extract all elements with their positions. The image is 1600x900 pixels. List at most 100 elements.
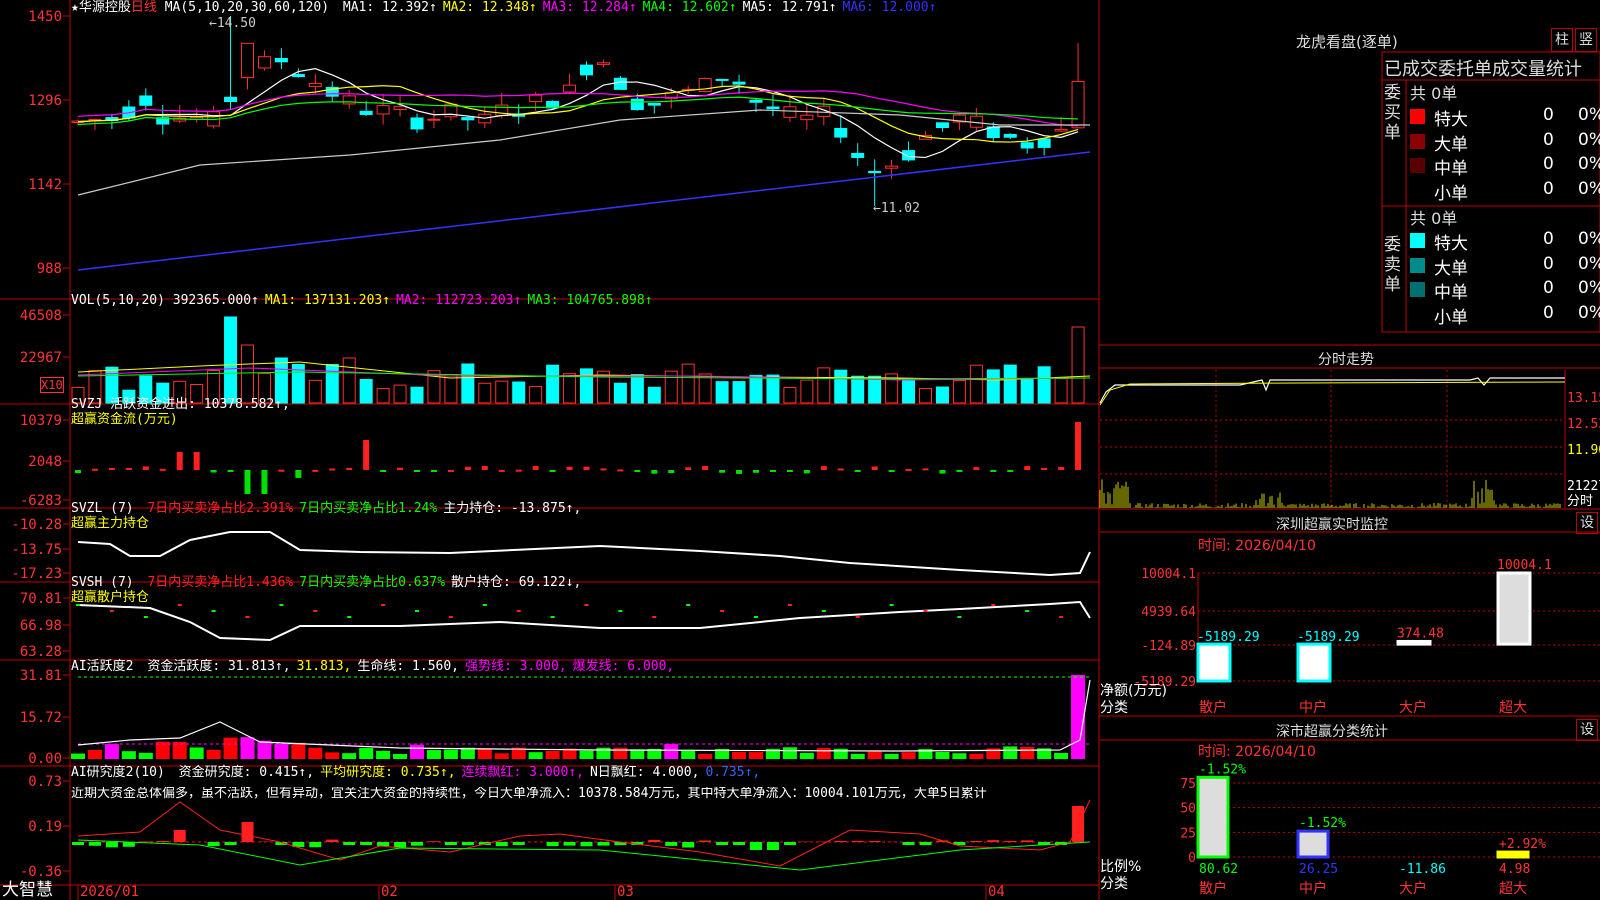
fund-flow-bar bbox=[278, 469, 285, 472]
activity-bar bbox=[867, 751, 882, 759]
fenshi-vol-unit: 分时 bbox=[1567, 494, 1593, 509]
ai-comment: 近期大资金总体偏多，虽不活跃，但有异动，宜关注大资金的持续性，今日大单净流入：1… bbox=[71, 787, 987, 801]
class-category-label: 超大 bbox=[1499, 881, 1527, 897]
fund-flow-bar bbox=[75, 470, 81, 474]
candle-body bbox=[461, 117, 475, 121]
research-bar bbox=[394, 842, 407, 848]
volume-bar bbox=[783, 387, 797, 404]
period-label[interactable]: 日线 bbox=[131, 0, 157, 15]
activity-bar bbox=[698, 753, 713, 759]
fund-flow-bar bbox=[380, 470, 387, 472]
lhb-tabs[interactable]: 已成交委托单成交量统计 bbox=[1384, 55, 1582, 81]
volume-bar bbox=[1020, 377, 1034, 404]
activity-bar bbox=[104, 744, 119, 759]
retail-tick bbox=[855, 616, 860, 618]
mon-tick-label: 10004.1 bbox=[1141, 567, 1196, 582]
main-tick-label: 1296 bbox=[28, 93, 62, 109]
activity-bar bbox=[121, 751, 136, 759]
app-window: 1450 1296 1142 988 46508 22967 10379 2048 -6283 -… bbox=[0, 0, 1600, 900]
buy-total: 共 0单 bbox=[1410, 84, 1458, 103]
retail-tick bbox=[652, 616, 657, 618]
ma-item-2: MA2: 12.348↑ bbox=[442, 0, 537, 15]
svzl-tick-label: -13.75 bbox=[11, 542, 62, 558]
sz-monitor-settings-button[interactable]: 设 bbox=[1576, 512, 1598, 534]
activity-bar bbox=[87, 750, 102, 759]
class-top-label: +2.92% bbox=[1499, 837, 1546, 852]
activity-bar bbox=[274, 743, 289, 759]
retail-tick bbox=[211, 610, 216, 612]
svsh-header: SVSH (7) 7日内买卖净占比1.436% 7日内买卖净占比0.637% 散户持… bbox=[71, 576, 581, 590]
activity-bar bbox=[71, 753, 85, 759]
retail-tick bbox=[923, 610, 928, 612]
sell-row-color-swatch-3 bbox=[1410, 282, 1425, 297]
vertical-view-button[interactable]: 竖 bbox=[1575, 28, 1597, 52]
class-bar-small bbox=[1497, 852, 1527, 857]
candle-body bbox=[359, 110, 373, 115]
fund-flow-bar bbox=[193, 452, 200, 470]
buy-row-color-swatch-1 bbox=[1410, 109, 1425, 124]
fund-flow-bar bbox=[837, 468, 844, 471]
ai-active-header: AI活跃度2 资金活跃度: 31.813↑, 31.813, 生命线: 1.560,… bbox=[71, 660, 674, 674]
retail-tick bbox=[245, 616, 250, 618]
retail-tick bbox=[550, 616, 555, 618]
ai-research-item-4: N日飘红: 4.000, bbox=[589, 765, 700, 780]
volume-bar bbox=[495, 380, 509, 404]
candle-body bbox=[376, 105, 390, 115]
activity-bar bbox=[426, 750, 441, 759]
sz-monitor-title: 深圳超赢实时监控 bbox=[1276, 517, 1388, 533]
volume-bar bbox=[749, 374, 763, 404]
activity-bar bbox=[901, 752, 916, 759]
ai-active-item-1: 资金活跃度: 31.813↑, bbox=[147, 659, 291, 674]
column-view-button[interactable]: 柱 bbox=[1551, 28, 1573, 52]
aiact-tick-label: 15.72 bbox=[20, 710, 62, 726]
ai-active-item-3: 生命线: 1.560, bbox=[357, 659, 460, 674]
sell-row-count-4: 0 bbox=[1543, 302, 1554, 323]
fund-flow-bar bbox=[702, 466, 709, 470]
class-bottom-label: 80.62 bbox=[1199, 862, 1238, 877]
research-bar bbox=[377, 842, 390, 847]
svsh-subtitle: 超赢散户持仓 bbox=[71, 590, 150, 605]
stock-name[interactable]: 华源控股 bbox=[79, 0, 131, 15]
svzl-tick-label: -17.23 bbox=[11, 566, 62, 582]
research-bar bbox=[326, 839, 339, 842]
monitor-category-label: 超大 bbox=[1499, 700, 1527, 716]
fund-flow-bar bbox=[498, 469, 505, 472]
volume-bar bbox=[715, 381, 729, 404]
brand-logo-text[interactable]: 大智慧 bbox=[2, 881, 53, 900]
activity-bar bbox=[393, 753, 408, 759]
vol-label: VOL(5,10,20) bbox=[71, 293, 165, 308]
aiact-tick-label: 31.81 bbox=[20, 668, 62, 684]
volume-bar bbox=[817, 367, 831, 404]
volume-bar bbox=[444, 374, 458, 404]
retail-tick bbox=[143, 616, 148, 618]
activity-bar bbox=[732, 752, 747, 759]
fund-flow-bar bbox=[329, 468, 336, 471]
class-category-label: 大户 bbox=[1399, 880, 1427, 897]
candle-body bbox=[613, 77, 627, 90]
favorite-star-icon[interactable]: ★ bbox=[71, 0, 79, 15]
candle-body bbox=[274, 58, 288, 63]
fund-flow-bar bbox=[905, 468, 912, 471]
fund-flow-bar bbox=[736, 470, 743, 474]
sz-class-settings-button[interactable]: 设 bbox=[1576, 719, 1598, 741]
fund-flow-bar bbox=[1058, 466, 1065, 470]
fenshi-tick-label: 12.53 bbox=[1567, 417, 1600, 432]
retail-tick bbox=[279, 604, 284, 606]
activity-bar bbox=[138, 752, 153, 759]
activity-bar bbox=[799, 752, 814, 759]
main-tick-label: 1450 bbox=[28, 9, 62, 25]
svzl-item-3: 主力持仓: -13.875↑, bbox=[443, 501, 582, 516]
research-bar bbox=[546, 842, 559, 847]
activity-bar bbox=[681, 749, 696, 759]
fund-flow-bar bbox=[956, 470, 963, 472]
fund-flow-bar bbox=[668, 470, 675, 473]
fund-flow-bar bbox=[634, 470, 641, 472]
fund-flow-bar bbox=[227, 470, 234, 472]
sell-row-pct-2: 0% bbox=[1578, 253, 1600, 274]
retail-tick bbox=[889, 604, 894, 606]
svzl-subtitle: 超赢主力持仓 bbox=[71, 516, 150, 531]
activity-bar bbox=[952, 753, 967, 759]
activity-bar bbox=[477, 748, 492, 759]
research-bar bbox=[851, 840, 864, 842]
retail-tick bbox=[177, 604, 182, 606]
